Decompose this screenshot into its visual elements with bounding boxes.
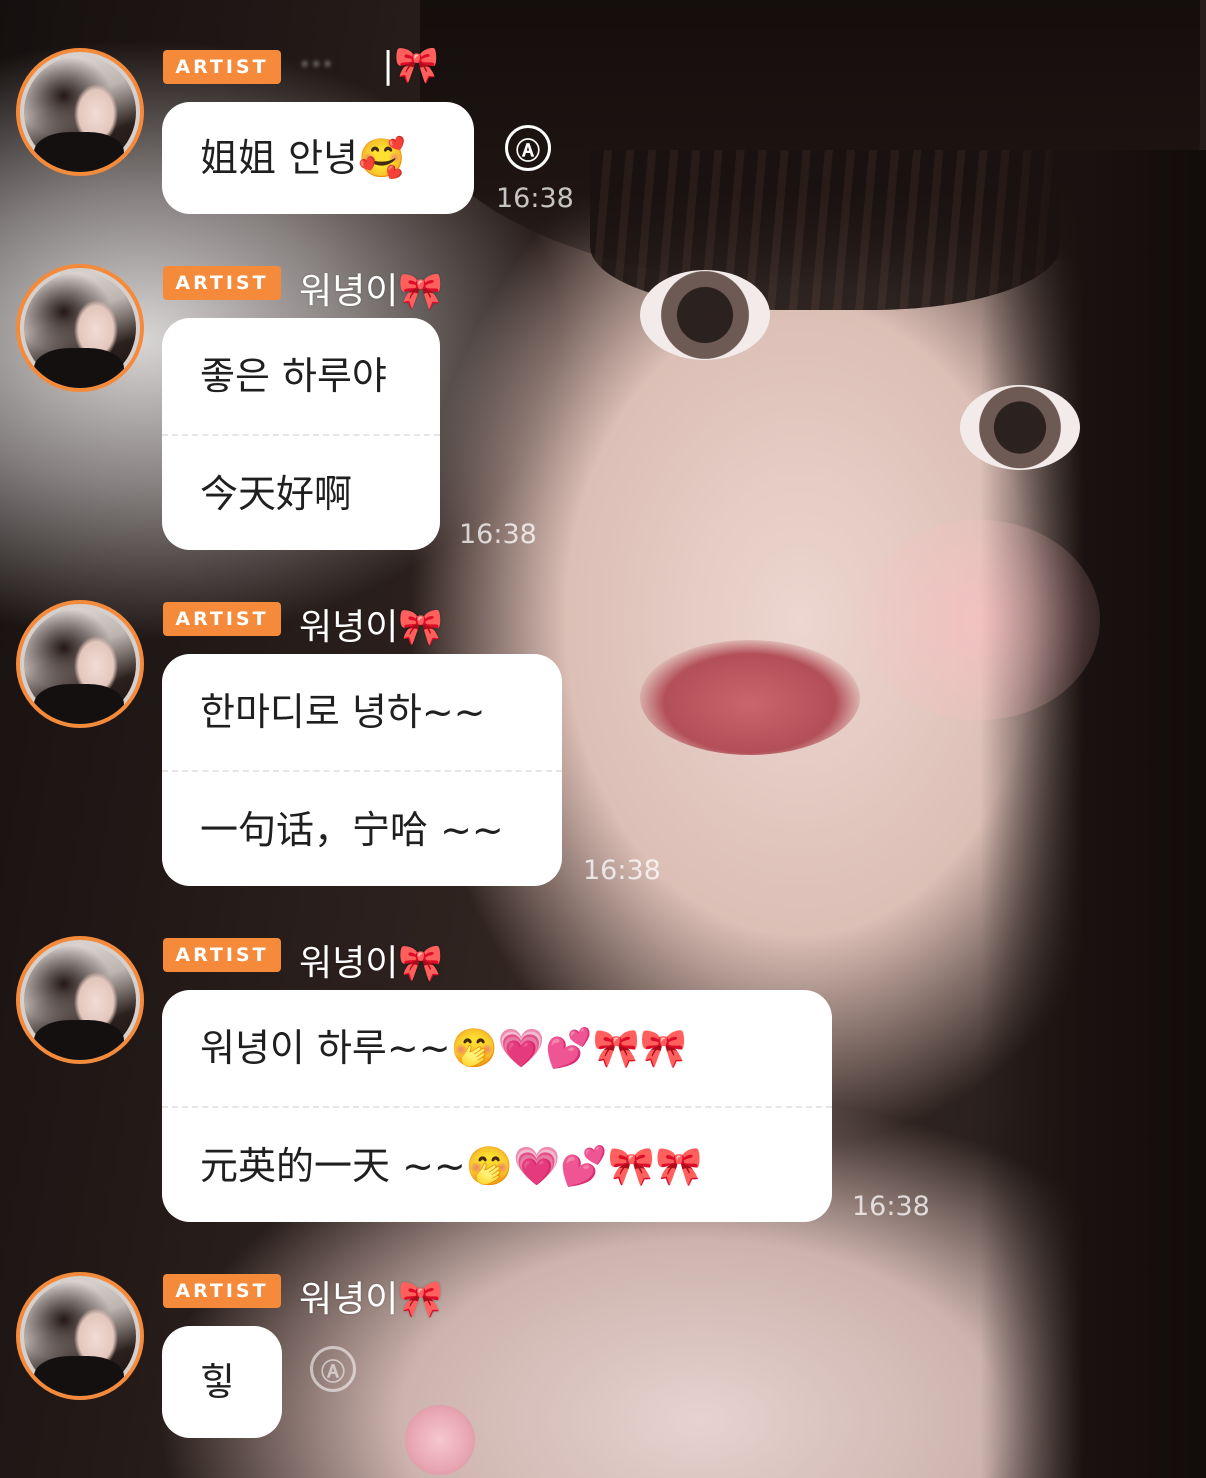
message-text-original: 한마디로 녕하~~ <box>200 690 486 734</box>
translate-icon[interactable]: Ⓐ <box>505 125 551 171</box>
sender-name: 워녕이🎀 <box>299 607 444 648</box>
photo-blush <box>860 520 1100 720</box>
message-text-translation: 一句话，宁哈 ~~ <box>200 808 504 852</box>
avatar-image <box>24 608 136 724</box>
artist-badge: ARTIST <box>163 1274 281 1308</box>
avatar[interactable] <box>16 264 144 392</box>
photo-eye-left <box>640 270 770 360</box>
translate-icon[interactable]: Ⓐ <box>310 1346 356 1392</box>
sender-name: 워녕이🎀 <box>299 271 444 312</box>
avatar[interactable] <box>16 600 144 728</box>
artist-badge: ARTIST <box>163 50 281 84</box>
photo-hair-right <box>980 150 1206 1478</box>
message-text-original: 워녕이 하루~~🤭💗💕🎀🎀 <box>200 1026 688 1070</box>
sender-name: 워녕이🎀 <box>299 943 444 984</box>
photo-rose <box>405 1405 475 1475</box>
message-time: 16:38 <box>496 183 574 214</box>
message-text-translation: 元英的一天 ~~🤭💗💕🎀🎀 <box>200 1144 703 1188</box>
artist-badge: ARTIST <box>163 938 281 972</box>
message-text-original: 좋은 하루야 <box>200 354 387 398</box>
sender-name-suffix: |🎀 <box>382 45 439 86</box>
avatar-image <box>24 272 136 388</box>
artist-badge: ARTIST <box>163 266 281 300</box>
avatar[interactable] <box>16 1272 144 1400</box>
photo-eye-right <box>960 385 1080 470</box>
artist-badge: ARTIST <box>163 602 281 636</box>
message-text-translation: 今天好啊 <box>200 472 353 516</box>
avatar-image <box>24 56 136 172</box>
message-bubble[interactable]: 좋은 하루야 今天好啊 <box>162 318 440 550</box>
photo-lips <box>640 640 860 755</box>
sender-name: ··· <box>299 44 334 85</box>
sender-name: 워녕이🎀 <box>299 1279 444 1320</box>
message-time: 16:38 <box>583 855 661 886</box>
message-time: 16:38 <box>852 1191 930 1222</box>
message-text: 姐姐 안녕🥰 <box>200 136 406 180</box>
avatar[interactable] <box>16 48 144 176</box>
avatar[interactable] <box>16 936 144 1064</box>
message-bubble[interactable]: 한마디로 녕하~~ 一句话，宁哈 ~~ <box>162 654 562 886</box>
avatar-image <box>24 944 136 1060</box>
message-text: 힣 <box>200 1360 235 1404</box>
avatar-image <box>24 1280 136 1396</box>
message-time: 16:38 <box>459 519 537 550</box>
message-bubble[interactable]: 姐姐 안녕🥰 <box>162 102 474 214</box>
message-bubble[interactable]: 힣 <box>162 1326 282 1438</box>
message-bubble[interactable]: 워녕이 하루~~🤭💗💕🎀🎀 元英的一天 ~~🤭💗💕🎀🎀 <box>162 990 832 1222</box>
